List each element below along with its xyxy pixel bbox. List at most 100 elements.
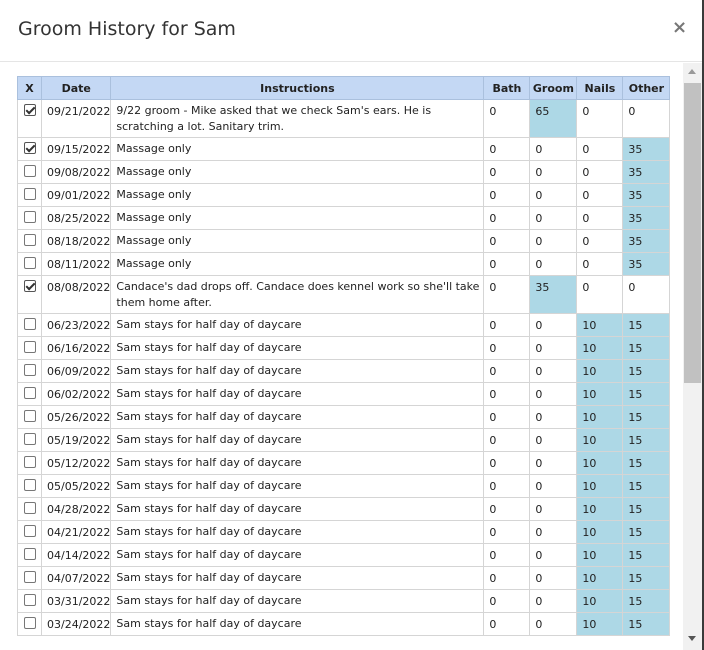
row-checkbox[interactable] xyxy=(23,410,36,422)
groom-cell: 0 xyxy=(529,160,578,184)
row-checkbox[interactable] xyxy=(23,318,36,330)
table-row[interactable]: 05/26/2022 Sam stays for half day of dayc… xyxy=(17,405,671,429)
table-row[interactable]: 06/23/2022 Sam stays for half day of dayc… xyxy=(17,313,671,337)
column-header-nails[interactable]: Nails xyxy=(576,76,624,100)
bath-cell: 0 xyxy=(483,206,531,230)
nails-cell: 10 xyxy=(576,520,624,544)
table-row[interactable]: 03/31/2022 Sam stays for half day of dayc… xyxy=(17,589,671,613)
groom-cell: 0 xyxy=(529,252,578,276)
groom-cell: 0 xyxy=(529,313,578,337)
bath-cell: 0 xyxy=(483,589,531,613)
row-checkbox[interactable] xyxy=(23,165,36,177)
table-row[interactable]: 08/18/2022 Massage only 0 0 0 35 xyxy=(17,229,671,253)
select-cell xyxy=(17,405,42,429)
other-cell: 15 xyxy=(622,359,671,383)
column-header-groom[interactable]: Groom xyxy=(529,76,578,100)
table-row[interactable]: 08/25/2022 Massage only 0 0 0 35 xyxy=(17,206,671,230)
select-cell xyxy=(17,313,42,337)
row-checkbox[interactable] xyxy=(23,571,36,583)
row-checkbox[interactable] xyxy=(23,280,36,292)
close-icon[interactable]: × xyxy=(672,19,687,37)
column-header-date[interactable]: Date xyxy=(40,76,112,100)
column-header-instructions[interactable]: Instructions xyxy=(110,76,485,100)
table-row[interactable]: 08/08/2022 Candace's dad drops off. Canda… xyxy=(17,275,671,314)
groom-cell: 0 xyxy=(529,206,578,230)
date-cell: 09/01/2022 xyxy=(40,183,112,207)
table-row[interactable]: 05/05/2022 Sam stays for half day of dayc… xyxy=(17,474,671,498)
select-cell xyxy=(17,99,42,138)
column-header-x[interactable]: X xyxy=(17,76,42,100)
instructions-cell: Sam stays for half day of daycare xyxy=(110,497,485,521)
row-checkbox[interactable] xyxy=(23,257,36,269)
table-row[interactable]: 09/08/2022 Massage only 0 0 0 35 xyxy=(17,160,671,184)
table-body: 09/21/2022 9/22 groom - Mike asked that w… xyxy=(17,99,671,636)
nails-cell: 0 xyxy=(576,160,624,184)
date-cell: 05/26/2022 xyxy=(40,405,112,429)
table-row[interactable]: 05/19/2022 Sam stays for half day of dayc… xyxy=(17,428,671,452)
nails-cell: 10 xyxy=(576,497,624,521)
date-cell: 05/05/2022 xyxy=(40,474,112,498)
table-row[interactable]: 06/16/2022 Sam stays for half day of dayc… xyxy=(17,336,671,360)
table-row[interactable]: 08/11/2022 Massage only 0 0 0 35 xyxy=(17,252,671,276)
select-cell xyxy=(17,474,42,498)
table-row[interactable]: 04/07/2022 Sam stays for half day of dayc… xyxy=(17,566,671,590)
table-row[interactable]: 04/28/2022 Sam stays for half day of dayc… xyxy=(17,497,671,521)
instructions-cell: Sam stays for half day of daycare xyxy=(110,566,485,590)
other-cell: 15 xyxy=(622,405,671,429)
groom-cell: 35 xyxy=(529,275,578,314)
bath-cell: 0 xyxy=(483,612,531,636)
row-checkbox[interactable] xyxy=(23,502,36,514)
table-row[interactable]: 03/24/2022 Sam stays for half day of dayc… xyxy=(17,612,671,636)
row-checkbox[interactable] xyxy=(23,548,36,560)
table-row[interactable]: 09/15/2022 Massage only 0 0 0 35 xyxy=(17,137,671,161)
table-row[interactable]: 09/21/2022 9/22 groom - Mike asked that w… xyxy=(17,99,671,138)
row-checkbox[interactable] xyxy=(23,387,36,399)
groom-cell: 0 xyxy=(529,336,578,360)
row-checkbox[interactable] xyxy=(23,142,36,154)
other-cell: 15 xyxy=(622,336,671,360)
scrollbar-thumb[interactable] xyxy=(684,83,701,383)
table-row[interactable]: 05/12/2022 Sam stays for half day of dayc… xyxy=(17,451,671,475)
row-checkbox[interactable] xyxy=(23,525,36,537)
scroll-down-icon[interactable] xyxy=(688,636,696,641)
row-checkbox[interactable] xyxy=(23,188,36,200)
scroll-up-icon[interactable] xyxy=(688,69,696,74)
row-checkbox[interactable] xyxy=(23,341,36,353)
row-checkbox[interactable] xyxy=(23,617,36,629)
row-checkbox[interactable] xyxy=(23,211,36,223)
date-cell: 04/07/2022 xyxy=(40,566,112,590)
date-cell: 09/15/2022 xyxy=(40,137,112,161)
column-header-bath[interactable]: Bath xyxy=(483,76,531,100)
table-row[interactable]: 06/09/2022 Sam stays for half day of dayc… xyxy=(17,359,671,383)
table-row[interactable]: 04/14/2022 Sam stays for half day of dayc… xyxy=(17,543,671,567)
row-checkbox[interactable] xyxy=(23,479,36,491)
other-cell: 15 xyxy=(622,543,671,567)
table-row[interactable]: 06/02/2022 Sam stays for half day of dayc… xyxy=(17,382,671,406)
other-cell: 15 xyxy=(622,589,671,613)
instructions-cell: Sam stays for half day of daycare xyxy=(110,359,485,383)
date-cell: 03/31/2022 xyxy=(40,589,112,613)
bath-cell: 0 xyxy=(483,382,531,406)
dialog-header: Groom History for Sam × xyxy=(0,0,704,62)
bath-cell: 0 xyxy=(483,336,531,360)
nails-cell: 10 xyxy=(576,543,624,567)
row-checkbox[interactable] xyxy=(23,433,36,445)
row-checkbox[interactable] xyxy=(23,594,36,606)
other-cell: 15 xyxy=(622,382,671,406)
bath-cell: 0 xyxy=(483,252,531,276)
row-checkbox[interactable] xyxy=(23,234,36,246)
select-cell xyxy=(17,359,42,383)
groom-cell: 0 xyxy=(529,520,578,544)
column-header-other[interactable]: Other xyxy=(622,76,671,100)
row-checkbox[interactable] xyxy=(23,104,36,116)
row-checkbox[interactable] xyxy=(23,456,36,468)
row-checkbox[interactable] xyxy=(23,364,36,376)
nails-cell: 10 xyxy=(576,336,624,360)
select-cell xyxy=(17,382,42,406)
date-cell: 03/24/2022 xyxy=(40,612,112,636)
other-cell: 15 xyxy=(622,451,671,475)
vertical-scrollbar[interactable] xyxy=(683,63,702,650)
table-row[interactable]: 04/21/2022 Sam stays for half day of dayc… xyxy=(17,520,671,544)
select-cell xyxy=(17,229,42,253)
table-row[interactable]: 09/01/2022 Massage only 0 0 0 35 xyxy=(17,183,671,207)
